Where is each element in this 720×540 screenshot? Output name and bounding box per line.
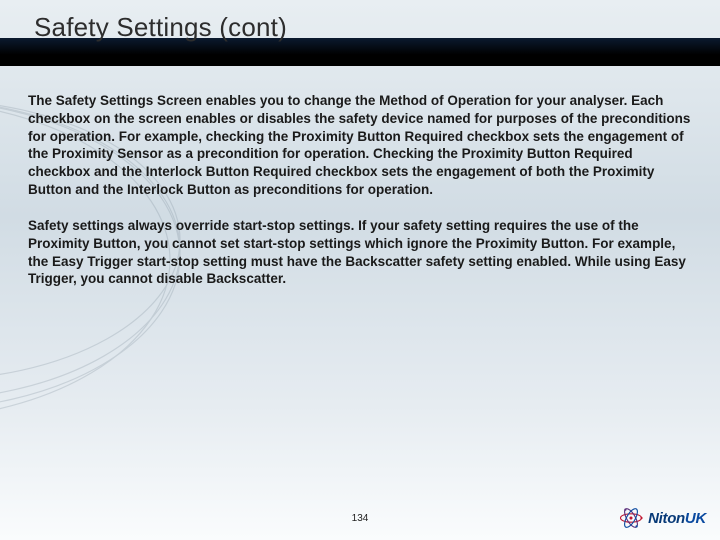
paragraph-2: Safety settings always override start-st…	[28, 217, 692, 288]
body-text: The Safety Settings Screen enables you t…	[28, 92, 692, 306]
page-number: 134	[0, 513, 720, 524]
atom-icon	[617, 504, 645, 532]
brand-name: Niton	[648, 510, 685, 527]
slide: Safety Settings (cont) The Safety Settin…	[0, 0, 720, 540]
brand-logo: NitonUK	[617, 504, 706, 532]
page-title: Safety Settings (cont)	[34, 12, 287, 43]
brand-suffix: UK	[685, 510, 706, 527]
paragraph-1: The Safety Settings Screen enables you t…	[28, 92, 692, 199]
title-area: Safety Settings (cont)	[0, 12, 720, 70]
brand-logo-text: NitonUK	[648, 510, 706, 527]
